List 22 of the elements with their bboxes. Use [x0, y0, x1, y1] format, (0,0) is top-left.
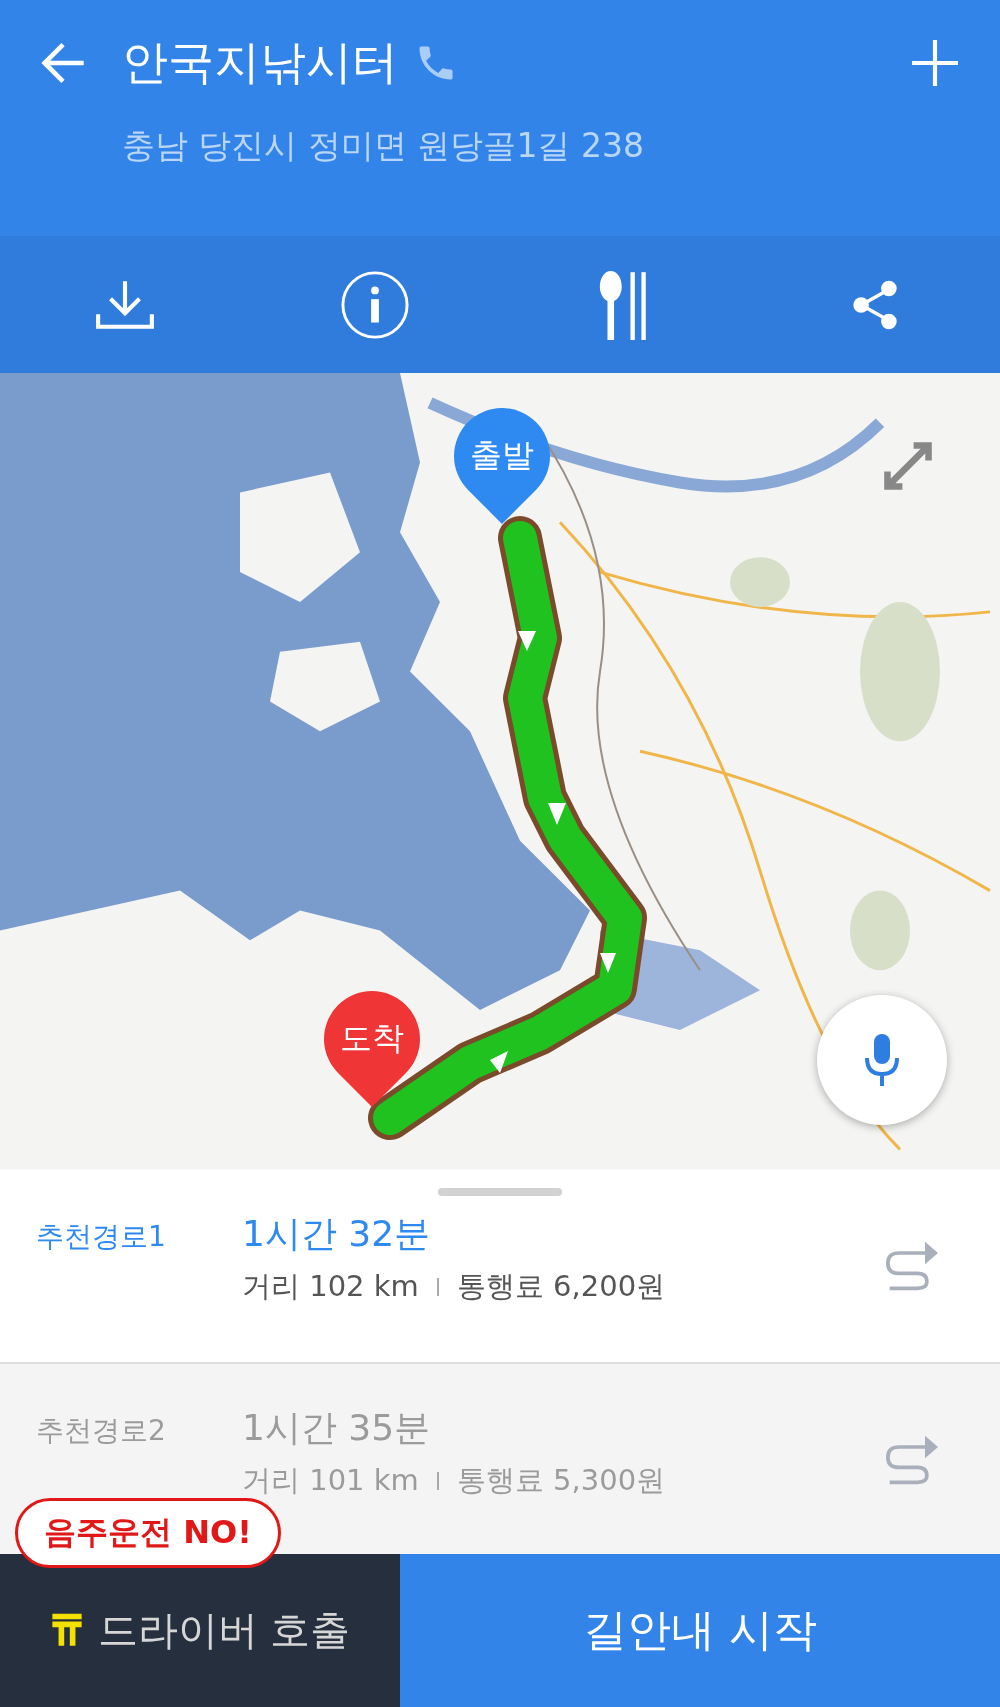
download-icon[interactable]: [94, 278, 156, 331]
microphone-icon: [862, 1032, 902, 1089]
route-arrow-icon[interactable]: [884, 1239, 940, 1292]
address-text: 충남 당진시 정미면 원당골1길 238: [122, 125, 645, 167]
route-distance: 거리 101 km: [242, 1461, 419, 1499]
drag-handle[interactable]: [438, 1187, 562, 1196]
route-distance: 거리 102 km: [242, 1267, 419, 1305]
route-toll: 통행료 6,200원: [456, 1267, 666, 1305]
place-title: 안국지낚시터: [122, 34, 398, 91]
start-navigation-button[interactable]: 길안내 시작: [400, 1553, 1000, 1707]
logo-icon: [49, 1612, 84, 1649]
add-icon[interactable]: [910, 38, 960, 88]
back-icon[interactable]: [40, 42, 86, 84]
route-toll: 통행료 5,300원: [456, 1461, 666, 1499]
route-name: 추천경로1: [36, 1218, 167, 1255]
route-arrow-icon[interactable]: [884, 1433, 940, 1486]
route-name: 추천경로2: [36, 1412, 167, 1449]
route-time: 1시간 35분: [242, 1405, 432, 1450]
warning-bubble: 음주운전 NO!: [15, 1497, 281, 1568]
info-icon[interactable]: [340, 269, 410, 340]
driver-call-button[interactable]: 드라이버 호출: [0, 1553, 400, 1707]
route-time: 1시간 32분: [242, 1211, 432, 1256]
